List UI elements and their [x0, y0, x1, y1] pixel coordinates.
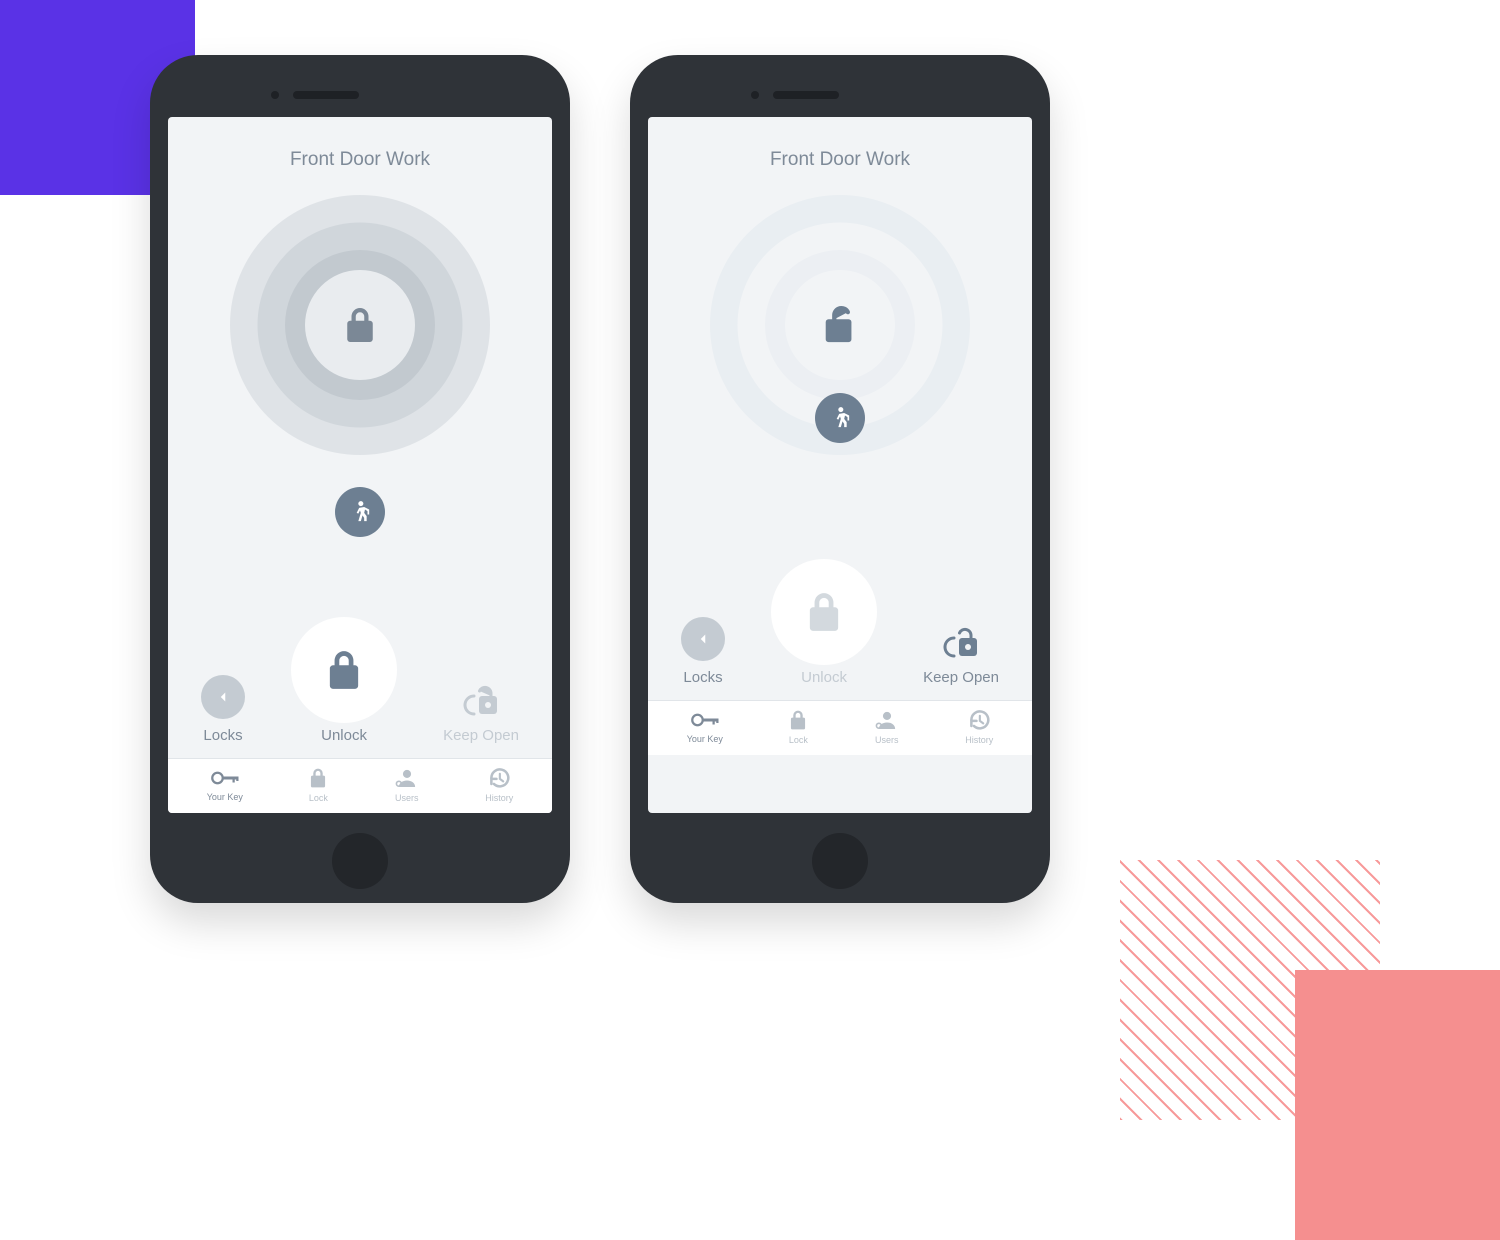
unlock-button[interactable]: Unlock [771, 559, 877, 686]
unlock-label: Unlock [321, 727, 367, 744]
action-row: Locks Unlock [648, 539, 1032, 701]
phone-home-button [332, 833, 388, 889]
lock-closed-icon [771, 559, 877, 665]
chevron-left-icon [201, 675, 245, 719]
phone-hardware-top [168, 73, 552, 117]
keep-open-icon [461, 683, 501, 719]
locks-back-label: Locks [203, 727, 242, 744]
lock-title: Front Door Work [648, 117, 1032, 181]
nav-users[interactable]: Users [394, 767, 420, 803]
history-icon [967, 709, 991, 731]
nav-label: Lock [309, 793, 328, 803]
nav-label: History [485, 793, 513, 803]
nav-lock[interactable]: Lock [308, 767, 328, 803]
unlock-button[interactable]: Unlock [291, 617, 397, 744]
nav-history[interactable]: History [965, 709, 993, 745]
nav-label: History [965, 735, 993, 745]
nav-history[interactable]: History [485, 767, 513, 803]
keep-open-button[interactable]: Keep Open [443, 683, 519, 744]
nav-your-key[interactable]: Your Key [207, 768, 243, 802]
key-icon [690, 710, 720, 730]
lock-title: Front Door Work [168, 117, 552, 181]
speaker-slot [293, 91, 359, 99]
lock-icon [308, 767, 328, 789]
pedestrian-icon [830, 406, 850, 430]
nav-users[interactable]: Users [874, 709, 900, 745]
keep-open-button[interactable]: Keep Open [923, 625, 999, 686]
proximity-dot [751, 91, 759, 99]
presence-button[interactable] [335, 487, 385, 537]
keep-open-label: Keep Open [443, 727, 519, 744]
lock-open-icon [820, 302, 860, 348]
bottom-nav: Your Key Lock Users [168, 759, 552, 813]
lock-closed-icon [291, 617, 397, 723]
users-icon [874, 709, 900, 731]
phone-mockup-locked: Front Door Work [150, 55, 570, 903]
chevron-left-icon [681, 617, 725, 661]
lock-closed-icon [343, 305, 377, 345]
nav-label: Lock [789, 735, 808, 745]
keep-open-label: Keep Open [923, 669, 999, 686]
unlock-label: Unlock [801, 669, 847, 686]
action-row: Locks Unlock [168, 597, 552, 759]
pedestrian-icon [350, 500, 370, 524]
app-screen-unlocked: Front Door Work [648, 117, 1032, 813]
nav-label: Users [875, 735, 899, 745]
locks-back-button[interactable]: Locks [681, 617, 725, 686]
key-icon [210, 768, 240, 788]
locks-back-label: Locks [683, 669, 722, 686]
speaker-slot [773, 91, 839, 99]
phone-home-button [812, 833, 868, 889]
locks-back-button[interactable]: Locks [201, 675, 245, 744]
nav-lock[interactable]: Lock [788, 709, 808, 745]
app-screen-locked: Front Door Work [168, 117, 552, 813]
history-icon [487, 767, 511, 789]
phone-mockup-unlocked: Front Door Work [630, 55, 1050, 903]
decoration-pink-square [1295, 970, 1500, 1240]
proximity-dot [271, 91, 279, 99]
nav-label: Users [395, 793, 419, 803]
lock-icon [788, 709, 808, 731]
presence-button[interactable] [815, 393, 865, 443]
phone-hardware-top [648, 73, 1032, 117]
nav-your-key[interactable]: Your Key [687, 710, 723, 744]
keep-open-icon [941, 625, 981, 661]
users-icon [394, 767, 420, 789]
nav-label: Your Key [687, 734, 723, 744]
lock-status-visual[interactable] [230, 195, 490, 455]
bottom-nav: Your Key Lock Users [648, 701, 1032, 755]
nav-label: Your Key [207, 792, 243, 802]
